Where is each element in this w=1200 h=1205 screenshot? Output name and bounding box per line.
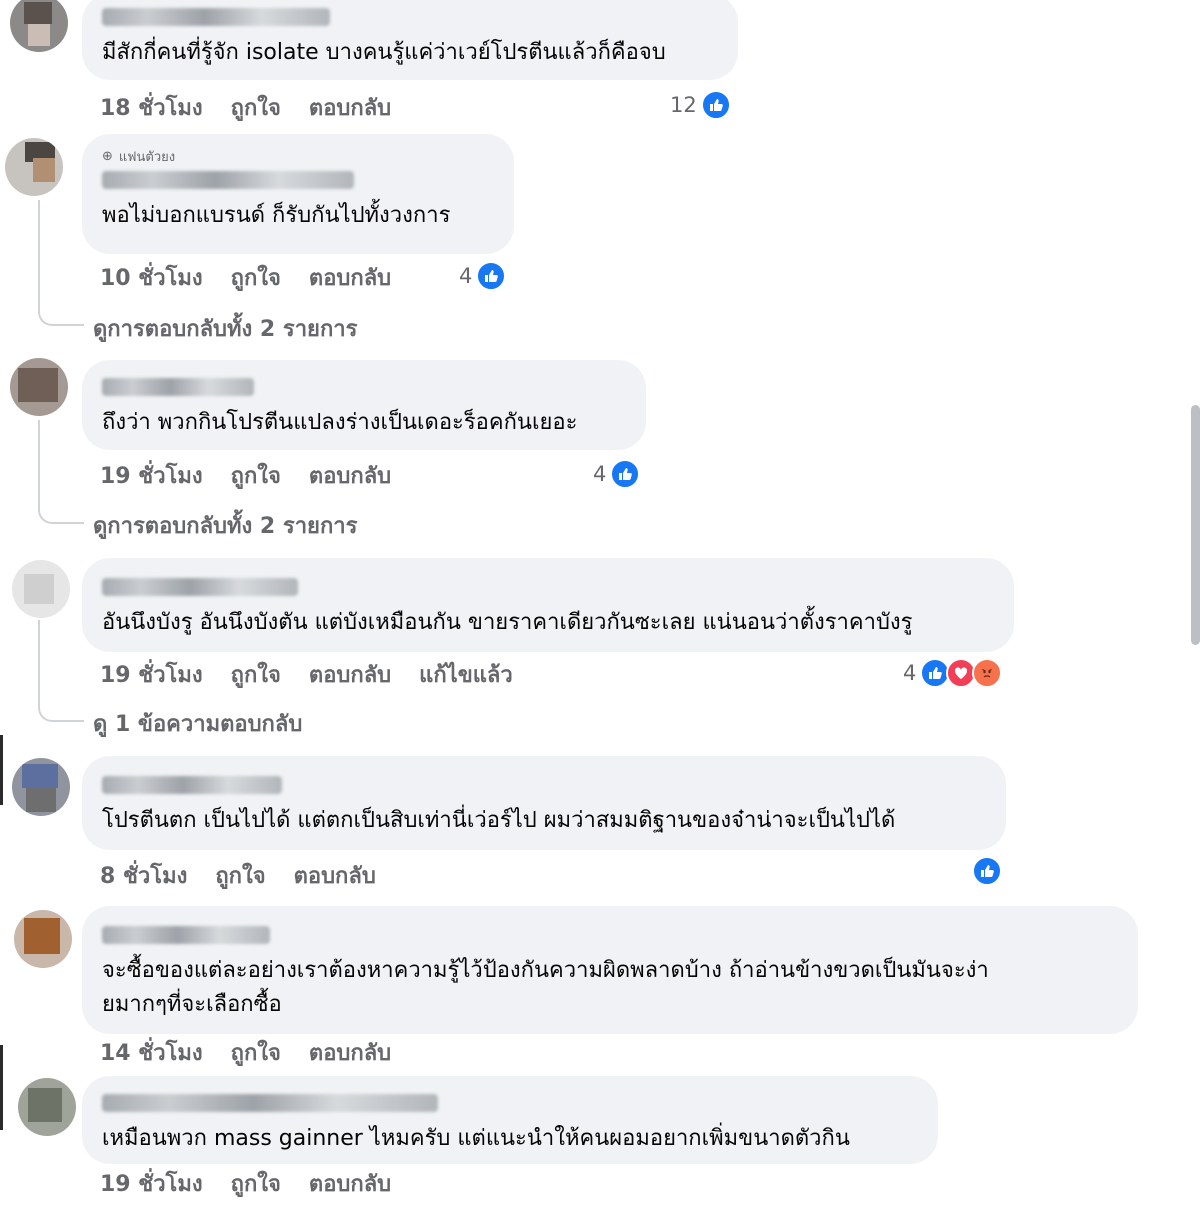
comment-actions: 19 ชั่วโมง ถูกใจ ตอบกลับ แก้ไขแล้ว — [100, 657, 513, 692]
comment-bubble: ⊕ แฟนตัวยง พอไม่บอกแบรนด์ ก็รับกันไปทั้ง… — [82, 134, 514, 254]
reaction-summary[interactable]: 4 — [459, 261, 507, 291]
author-name-blurred[interactable] — [102, 171, 354, 189]
like-icon — [610, 459, 641, 489]
top-fan-badge: ⊕ แฟนตัวยง — [102, 146, 494, 167]
like-button[interactable]: ถูกใจ — [215, 858, 265, 893]
view-replies-link[interactable]: ดูการตอบกลับทั้ง 2 รายการ — [93, 311, 357, 346]
comment-text: จะซื้อของแต่ละอย่างเราต้องหาความรู้ไว้ป้… — [102, 958, 989, 1017]
reaction-summary[interactable] — [972, 856, 1002, 886]
author-name-blurred[interactable] — [102, 926, 270, 944]
comment-bubble: มีสักกี่คนที่รู้จัก isolate บางคนรู้แค่ว… — [82, 0, 738, 80]
like-button[interactable]: ถูกใจ — [231, 657, 281, 692]
scrollbar-thumb[interactable] — [1191, 405, 1200, 645]
reply-button[interactable]: ตอบกลับ — [309, 260, 391, 295]
like-button[interactable]: ถูกใจ — [231, 90, 281, 125]
comment-text: ถึงว่า พวกกินโปรตีนแปลงร่างเป็นเดอะร็อคก… — [102, 410, 578, 435]
reaction-summary[interactable]: 4 — [903, 658, 1003, 688]
comment-time[interactable]: 19 ชั่วโมง — [100, 458, 203, 493]
thread-connector — [38, 200, 84, 326]
comment-actions: 18 ชั่วโมง ถูกใจ ตอบกลับ — [100, 90, 391, 125]
comment-actions: 19 ชั่วโมง ถูกใจ ตอบกลับ — [100, 1166, 391, 1201]
reply-button[interactable]: ตอบกลับ — [309, 657, 391, 692]
reply-button[interactable]: ตอบกลับ — [309, 90, 391, 125]
author-name-blurred[interactable] — [102, 8, 330, 26]
reply-button[interactable]: ตอบกลับ — [309, 1035, 391, 1070]
reply-button[interactable]: ตอบกลับ — [294, 858, 376, 893]
comment-text: โปรตีนตก เป็นไปได้ แต่ตกเป็นสิบเท่านี่เว… — [102, 808, 896, 833]
comment-time[interactable]: 19 ชั่วโมง — [100, 657, 203, 692]
avatar[interactable] — [5, 138, 63, 196]
avatar[interactable] — [12, 560, 70, 618]
like-icon — [476, 261, 507, 291]
like-button[interactable]: ถูกใจ — [231, 458, 281, 493]
globe-icon: ⊕ — [102, 149, 113, 164]
like-button[interactable]: ถูกใจ — [231, 260, 281, 295]
comment-actions: 19 ชั่วโมง ถูกใจ ตอบกลับ — [100, 458, 391, 493]
like-icon — [972, 856, 1002, 886]
author-name-blurred[interactable] — [102, 776, 282, 794]
comment-bubble: จะซื้อของแต่ละอย่างเราต้องหาความรู้ไว้ป้… — [82, 906, 1138, 1034]
avatar[interactable] — [12, 758, 70, 816]
avatar[interactable] — [18, 1078, 76, 1136]
author-name-blurred[interactable] — [102, 378, 254, 396]
comment-actions: 10 ชั่วโมง ถูกใจ ตอบกลับ — [100, 260, 391, 295]
reaction-summary[interactable]: 4 — [593, 459, 641, 489]
comment-text: เหมือนพวก mass gainner ไหมครับ แต่แนะนำใ… — [102, 1126, 850, 1151]
avatar[interactable] — [14, 910, 72, 968]
comment-bubble: โปรตีนตก เป็นไปได้ แต่ตกเป็นสิบเท่านี่เว… — [82, 756, 1006, 850]
thread-connector — [38, 420, 84, 524]
comment-bubble: อันนึงบังรู อันนึงบังตัน แต่บังเหมือนกัน… — [82, 558, 1014, 652]
author-name-blurred[interactable] — [102, 578, 298, 596]
comment-time[interactable]: 14 ชั่วโมง — [100, 1035, 203, 1070]
view-replies-link[interactable]: ดูการตอบกลับทั้ง 2 รายการ — [93, 508, 357, 543]
reaction-summary[interactable]: 12 — [670, 90, 731, 120]
reaction-count: 4 — [593, 462, 607, 486]
comment-bubble: ถึงว่า พวกกินโปรตีนแปลงร่างเป็นเดอะร็อคก… — [82, 360, 646, 450]
avatar[interactable] — [10, 0, 68, 52]
side-marker — [0, 1045, 3, 1130]
reaction-count: 12 — [670, 93, 697, 117]
view-replies-link[interactable]: ดู 1 ข้อความตอบกลับ — [93, 706, 302, 741]
comment-time[interactable]: 19 ชั่วโมง — [100, 1166, 203, 1201]
comment-text: มีสักกี่คนที่รู้จัก isolate บางคนรู้แค่ว… — [102, 40, 666, 65]
reply-button[interactable]: ตอบกลับ — [309, 1166, 391, 1201]
side-marker — [0, 735, 3, 805]
angry-icon — [972, 658, 1003, 688]
author-name-blurred[interactable] — [102, 1094, 438, 1112]
comment-text: อันนึงบังรู อันนึงบังตัน แต่บังเหมือนกัน… — [102, 610, 913, 635]
like-icon — [700, 90, 731, 120]
like-button[interactable]: ถูกใจ — [231, 1035, 281, 1070]
comment-time[interactable]: 8 ชั่วโมง — [100, 858, 187, 893]
comment-actions: 14 ชั่วโมง ถูกใจ ตอบกลับ — [100, 1035, 391, 1070]
reaction-count: 4 — [459, 264, 473, 288]
comment-time[interactable]: 18 ชั่วโมง — [100, 90, 203, 125]
edited-label: แก้ไขแล้ว — [419, 663, 513, 688]
reply-button[interactable]: ตอบกลับ — [309, 458, 391, 493]
comment-actions: 8 ชั่วโมง ถูกใจ ตอบกลับ — [100, 858, 376, 893]
comment-time[interactable]: 10 ชั่วโมง — [100, 260, 203, 295]
comment-bubble: เหมือนพวก mass gainner ไหมครับ แต่แนะนำใ… — [82, 1076, 938, 1164]
like-button[interactable]: ถูกใจ — [231, 1166, 281, 1201]
avatar[interactable] — [10, 358, 68, 416]
comment-text: พอไม่บอกแบรนด์ ก็รับกันไปทั้งวงการ — [102, 203, 451, 228]
badge-label: แฟนตัวยง — [118, 150, 176, 165]
thread-connector — [38, 620, 84, 722]
reaction-count: 4 — [903, 661, 917, 685]
